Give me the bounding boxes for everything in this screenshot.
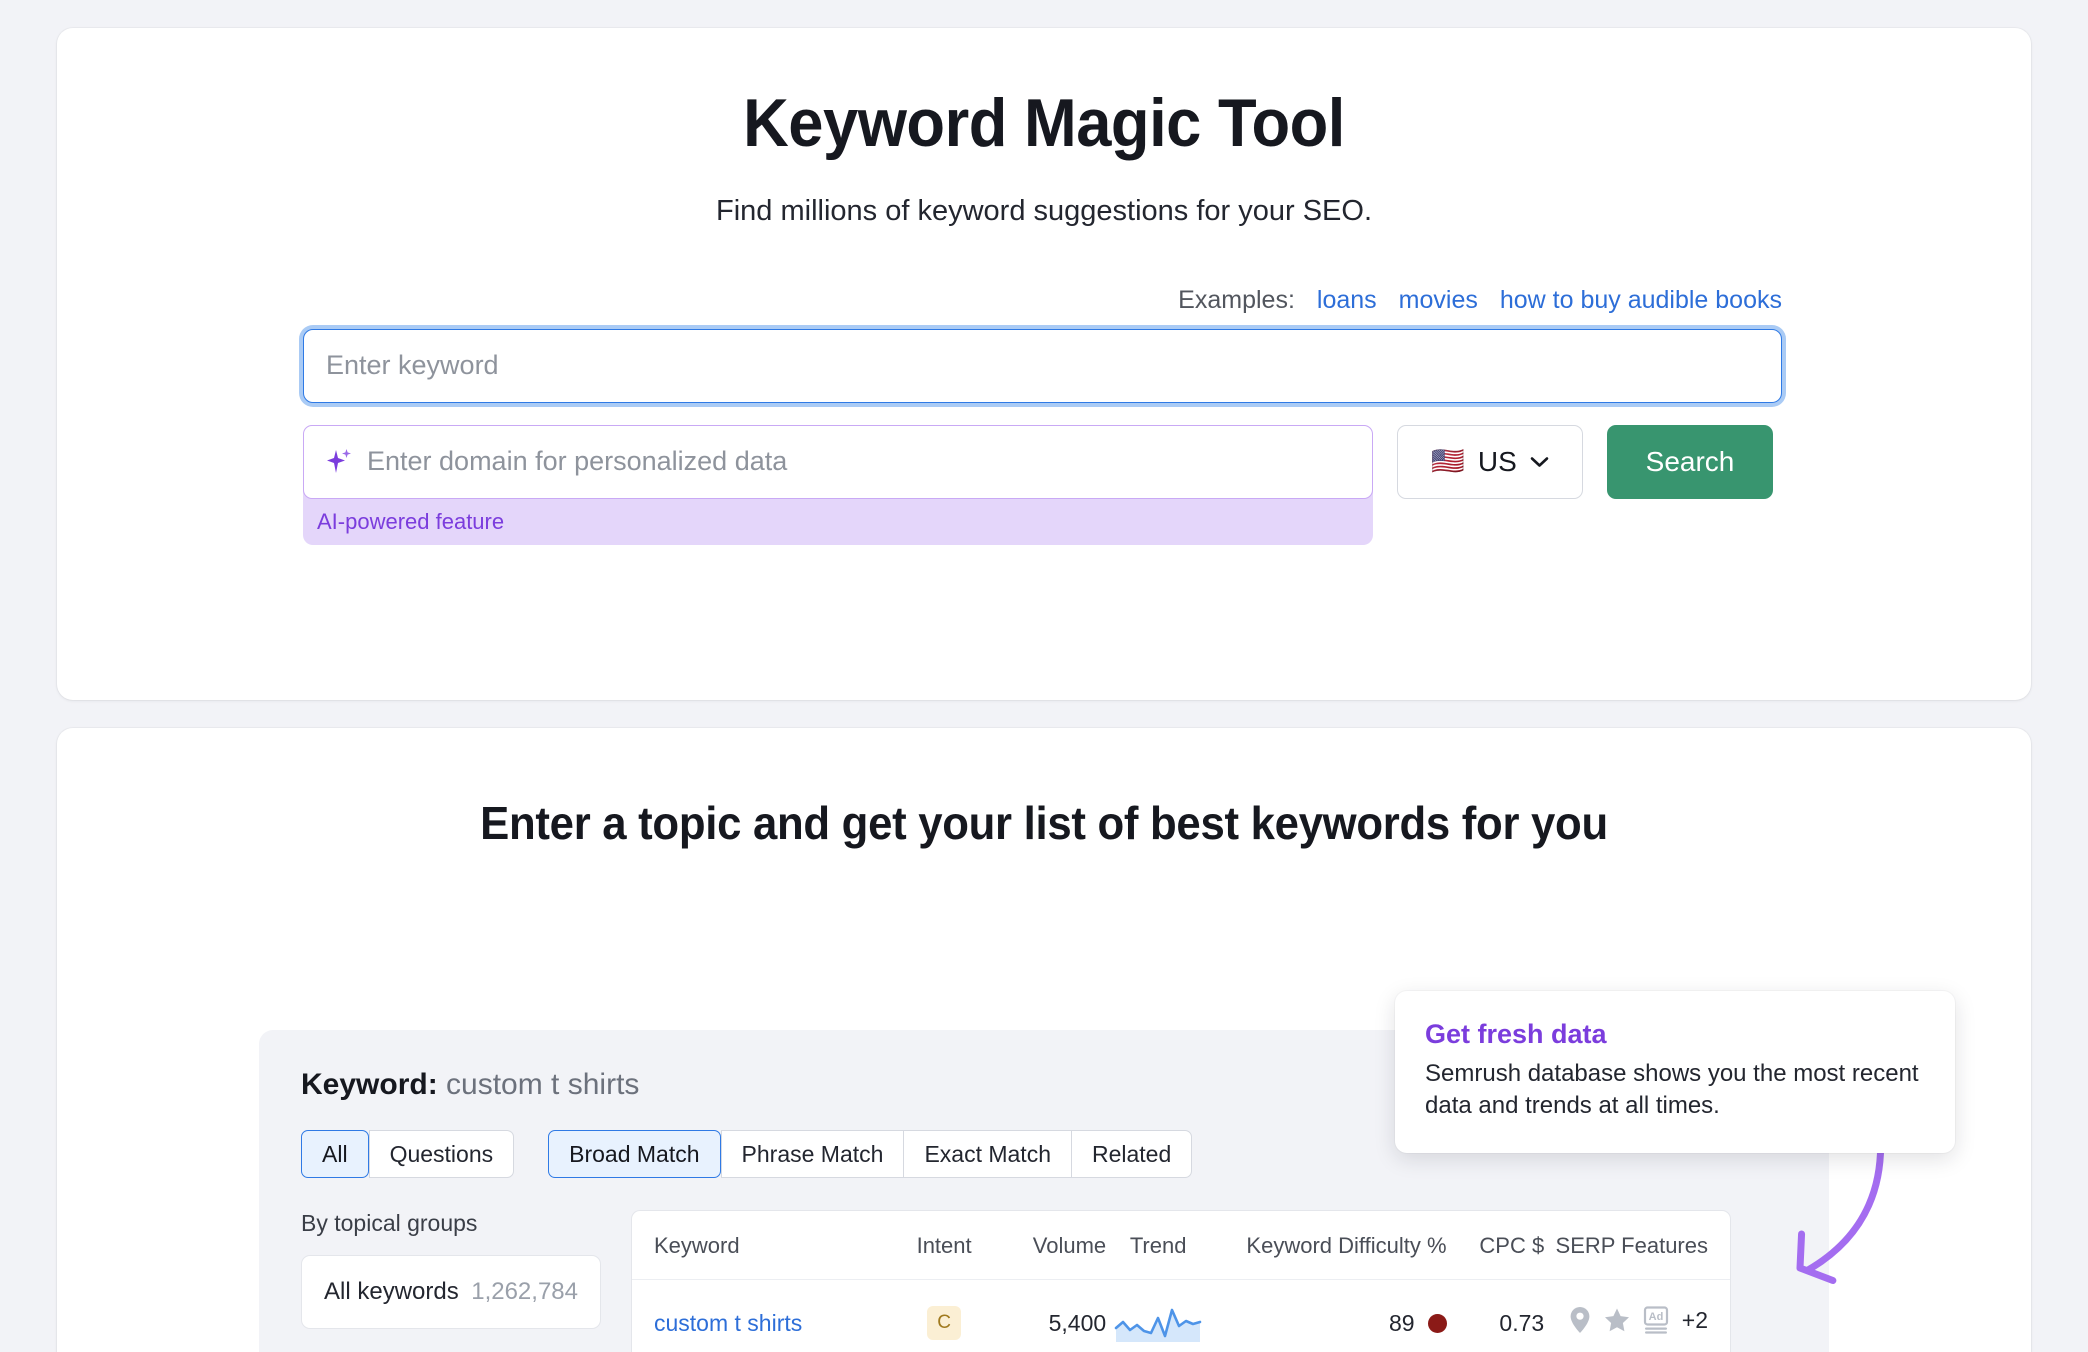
col-cpc[interactable]: CPC $ [1446, 1211, 1545, 1280]
col-volume[interactable]: Volume [991, 1211, 1107, 1280]
cell-keyword: custom t shirts [632, 1279, 897, 1352]
cell-trend [1106, 1279, 1211, 1352]
search-button[interactable]: Search [1607, 424, 1773, 499]
tooltip-body: Semrush database shows you the most rece… [1425, 1060, 1919, 1120]
trend-sparkline-icon [1106, 1302, 1210, 1344]
chevron-down-icon [1530, 456, 1549, 468]
all-keywords-count: 1,262,784 [471, 1278, 578, 1305]
tooltip-title: Get fresh data [1425, 1019, 1607, 1049]
keywords-table: Keyword Intent Volume Trend Keyword Diff… [632, 1211, 1730, 1352]
search-controls-row: AI-powered feature 🇺🇸 US Search [303, 424, 1782, 545]
map-pin-icon[interactable] [1569, 1306, 1591, 1334]
us-flag-icon: 🇺🇸 [1431, 446, 1465, 477]
cell-intent: C [896, 1279, 992, 1352]
topical-groups-sidebar: By topical groups All keywords 1,262,784 [301, 1210, 601, 1352]
examples-label: Examples: [1178, 285, 1295, 314]
difficulty-status-dot [1427, 1313, 1447, 1333]
tab-broad-match[interactable]: Broad Match [548, 1130, 721, 1178]
col-difficulty[interactable]: Keyword Difficulty % [1210, 1211, 1447, 1280]
tab-related[interactable]: Related [1070, 1130, 1193, 1178]
col-trend[interactable]: Trend [1106, 1211, 1211, 1280]
cell-volume: 5,400 [991, 1279, 1107, 1352]
table-row: custom t shirts C 5,400 89 0.73 Ad +2 [632, 1279, 1730, 1352]
page-subtitle: Find millions of keyword suggestions for… [716, 194, 1372, 227]
tab-all[interactable]: All [301, 1130, 369, 1178]
tab-group-match: Broad Match Phrase Match Exact Match Rel… [548, 1130, 1193, 1178]
example-link-movies[interactable]: movies [1399, 286, 1478, 315]
cell-cpc: 0.73 [1446, 1279, 1545, 1352]
all-keywords-label: All keywords [324, 1278, 459, 1305]
keyword-link[interactable]: custom t shirts [654, 1310, 802, 1336]
tab-phrase-match[interactable]: Phrase Match [720, 1130, 904, 1178]
keywords-table-container: Keyword Intent Volume Trend Keyword Diff… [631, 1210, 1731, 1352]
fresh-data-tooltip: Get fresh data Semrush database shows yo… [1395, 991, 1955, 1153]
page-root: Keyword Magic Tool Find millions of keyw… [0, 0, 2088, 1352]
col-serp-features[interactable]: SERP Features [1544, 1211, 1730, 1280]
intent-badge: C [927, 1306, 962, 1340]
country-code-label: US [1477, 445, 1517, 477]
country-selector[interactable]: 🇺🇸 US [1397, 424, 1583, 499]
keyword-heading-label: Keyword: [301, 1068, 438, 1101]
tab-group-scope: All Questions [301, 1130, 515, 1178]
cell-serp-features: Ad +2 [1544, 1279, 1730, 1352]
domain-input-wrapper[interactable] [303, 424, 1373, 499]
tab-questions[interactable]: Questions [368, 1130, 515, 1178]
sidebar-item-all-keywords[interactable]: All keywords 1,262,784 [301, 1255, 601, 1329]
ai-powered-note: AI-powered feature [317, 508, 505, 534]
search-input[interactable] [326, 350, 1759, 382]
topical-groups-label: By topical groups [301, 1210, 478, 1236]
star-icon[interactable] [1604, 1307, 1630, 1333]
example-link-audible[interactable]: how to buy audible books [1500, 286, 1782, 315]
sparkle-icon [326, 447, 352, 477]
tab-exact-match[interactable]: Exact Match [903, 1130, 1071, 1178]
ai-domain-block: AI-powered feature [303, 424, 1373, 545]
keyword-input-wrapper[interactable] [303, 328, 1782, 403]
results-body: By topical groups All keywords 1,262,784… [301, 1210, 1829, 1352]
difficulty-value: 89 [1388, 1309, 1415, 1336]
col-keyword[interactable]: Keyword [632, 1211, 897, 1280]
page-title: Keyword Magic Tool [743, 85, 1345, 161]
examples-row: Examples: loans movies how to buy audibl… [57, 286, 2031, 315]
results-heading: Enter a topic and get your list of best … [480, 797, 1608, 849]
hero-card: Keyword Magic Tool Find millions of keyw… [57, 28, 2031, 700]
keyword-heading-value: custom t shirts [446, 1068, 640, 1101]
search-area: AI-powered feature 🇺🇸 US Search [57, 328, 2031, 545]
svg-text:Ad: Ad [1648, 1311, 1663, 1323]
serp-more-count[interactable]: +2 [1682, 1307, 1708, 1334]
domain-input[interactable] [367, 446, 1350, 478]
col-intent[interactable]: Intent [896, 1211, 992, 1280]
table-header-row: Keyword Intent Volume Trend Keyword Diff… [632, 1211, 1730, 1280]
curved-arrow-icon [1796, 1128, 1885, 1285]
cell-difficulty: 89 [1210, 1279, 1447, 1352]
ad-icon[interactable]: Ad [1643, 1306, 1669, 1334]
example-link-loans[interactable]: loans [1317, 286, 1377, 315]
